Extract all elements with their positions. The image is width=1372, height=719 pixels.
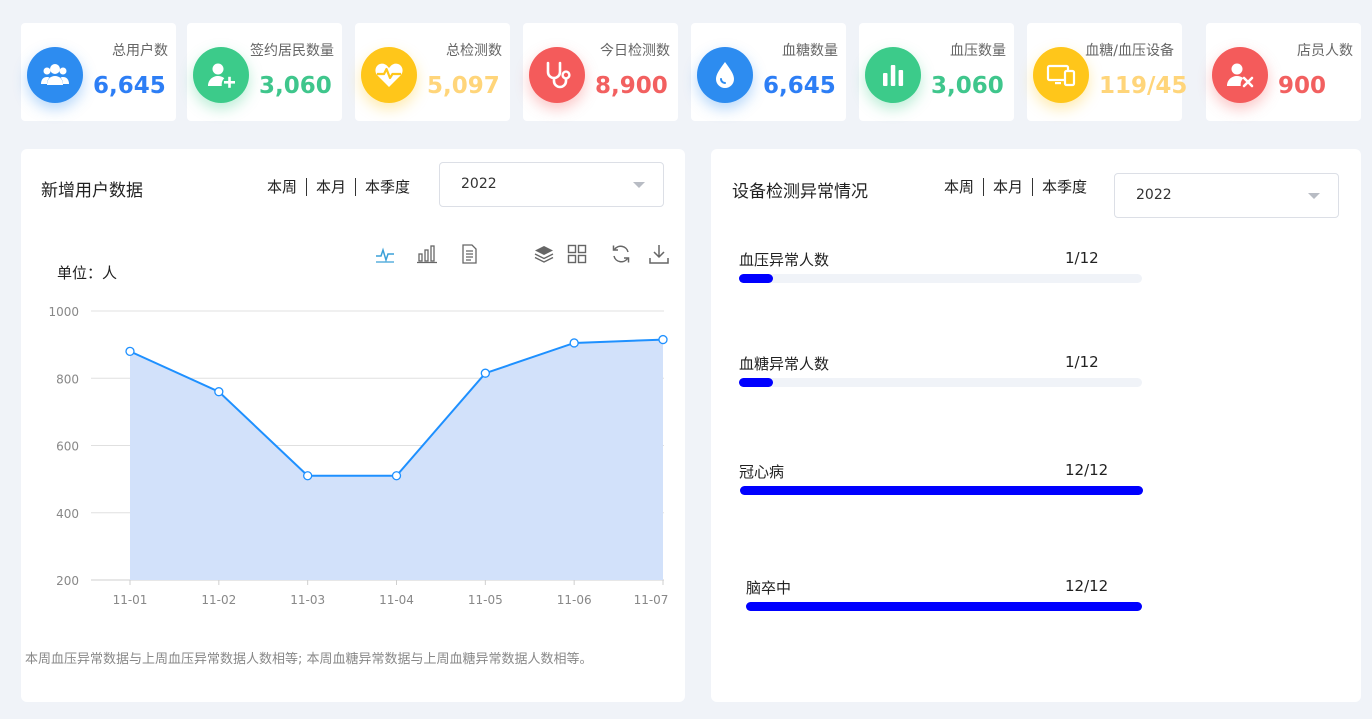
data-point xyxy=(658,334,668,345)
y-tick-label: 800 xyxy=(56,372,79,386)
stat-value: 5,097 xyxy=(427,73,500,99)
stat-value: 900 xyxy=(1278,73,1327,99)
stat-card-staff[interactable]: 店员人数 900 xyxy=(1206,23,1361,121)
stat-label: 今日检测数 xyxy=(600,43,670,59)
remove-user-icon xyxy=(1212,47,1268,103)
year-select[interactable]: 2022 xyxy=(439,162,664,207)
new-user-area-chart: 200 400 600 800 1000 11-01 11-02 11-03 11-04 11-0… xyxy=(48,305,669,607)
data-point xyxy=(125,346,135,356)
users-icon xyxy=(27,47,83,103)
progress-fill xyxy=(739,378,773,387)
progress-fill xyxy=(740,486,1143,495)
progress-fill xyxy=(739,274,773,283)
stat-label: 血糖数量 xyxy=(782,43,838,59)
stat-card-today-tests[interactable]: 今日检测数 8,900 xyxy=(523,23,678,121)
chevron-down-icon xyxy=(1308,193,1320,199)
tiled-icon[interactable] xyxy=(566,243,588,265)
stat-card-signed-residents[interactable]: 签约居民数量 3,060 xyxy=(187,23,342,121)
unit-label: 单位：人 xyxy=(57,264,118,282)
progress-track xyxy=(740,486,1143,495)
stat-label: 总用户数 xyxy=(112,43,168,59)
panel-title: 新增用户数据 xyxy=(41,181,143,201)
stat-value: 6,645 xyxy=(93,73,166,99)
download-icon[interactable] xyxy=(648,243,670,265)
progress-track xyxy=(739,274,1142,283)
stats-row: 总用户数 6,645 签约居民数量 3,060 总检测数 5,097 今日检测数… xyxy=(21,23,1361,121)
anomaly-label: 血糖异常人数 xyxy=(739,355,830,373)
tab-week[interactable]: 本周 xyxy=(258,178,306,196)
x-tick-label: 11-01 xyxy=(113,593,148,607)
panel-title: 设备检测异常情况 xyxy=(732,182,868,202)
year-select[interactable]: 2022 xyxy=(1114,173,1339,218)
y-tick-label: 400 xyxy=(56,507,79,521)
tab-quarter[interactable]: 本季度 xyxy=(1032,178,1096,196)
year-select-value: 2022 xyxy=(461,176,497,192)
anomaly-label: 脑卒中 xyxy=(746,579,792,597)
chevron-down-icon xyxy=(633,182,645,188)
add-user-icon xyxy=(193,47,249,103)
stat-value: 119/45 xyxy=(1099,73,1188,99)
stat-label: 店员人数 xyxy=(1297,43,1353,59)
stat-card-devices[interactable]: 血糖/血压设备 119/45 xyxy=(1027,23,1187,121)
data-point xyxy=(569,338,579,348)
data-point xyxy=(480,368,490,378)
stat-label: 血压数量 xyxy=(950,43,1006,59)
stack-icon[interactable] xyxy=(533,243,555,265)
device-anomaly-panel: 设备检测异常情况 本周 本月 本季度 2022 血压异常人数 1/12 血糖异常… xyxy=(711,149,1361,702)
x-tick-label: 11-07 xyxy=(634,593,669,607)
tab-quarter[interactable]: 本季度 xyxy=(355,178,419,196)
new-user-panel: 新增用户数据 本周 本月 本季度 2022 单位：人 200 400 600 8… xyxy=(21,149,685,702)
tab-week[interactable]: 本周 xyxy=(935,178,983,196)
anomaly-count: 1/12 xyxy=(1065,353,1099,371)
data-point xyxy=(391,471,402,481)
stethoscope-icon xyxy=(529,47,585,103)
footnote: 本周血压异常数据与上周血压异常数据人数相等; 本周血糖异常数据与上周血糖异常数据… xyxy=(25,652,593,667)
stat-label: 签约居民数量 xyxy=(250,43,334,59)
stat-value: 6,645 xyxy=(763,73,836,99)
stat-value: 3,060 xyxy=(259,73,332,99)
data-view-icon[interactable] xyxy=(458,243,480,265)
y-tick-label: 600 xyxy=(56,440,79,454)
tab-month[interactable]: 本月 xyxy=(983,178,1032,196)
x-tick-label: 11-05 xyxy=(468,593,503,607)
chart-toolbox xyxy=(374,243,669,269)
progress-track xyxy=(739,378,1142,387)
heart-pulse-icon xyxy=(361,47,417,103)
tab-month[interactable]: 本月 xyxy=(306,178,355,196)
restore-icon[interactable] xyxy=(610,243,632,265)
period-tabs: 本周 本月 本季度 xyxy=(258,178,419,196)
bar-chart-icon[interactable] xyxy=(416,243,438,265)
stat-card-total-users[interactable]: 总用户数 6,645 xyxy=(21,23,176,121)
stat-card-total-tests[interactable]: 总检测数 5,097 xyxy=(355,23,510,121)
stat-label: 总检测数 xyxy=(446,43,502,59)
water-drop-icon xyxy=(697,47,753,103)
x-tick-label: 11-06 xyxy=(557,593,592,607)
x-tick-label: 11-02 xyxy=(201,593,236,607)
x-tick-label: 11-03 xyxy=(290,593,325,607)
bar-chart-icon xyxy=(865,47,921,103)
data-point xyxy=(214,387,224,397)
progress-fill xyxy=(746,602,1142,611)
devices-icon xyxy=(1033,47,1089,103)
series-area xyxy=(130,339,663,580)
period-tabs: 本周 本月 本季度 xyxy=(935,178,1096,196)
x-tick-label: 11-04 xyxy=(379,593,414,607)
y-tick-label: 1000 xyxy=(48,305,79,319)
data-point xyxy=(303,471,313,481)
stat-value: 8,900 xyxy=(595,73,668,99)
y-tick-label: 200 xyxy=(56,574,79,588)
anomaly-count: 1/12 xyxy=(1065,249,1099,267)
anomaly-label: 冠心病 xyxy=(739,463,785,481)
stat-value: 3,060 xyxy=(931,73,1004,99)
anomaly-label: 血压异常人数 xyxy=(739,251,830,269)
stat-card-glucose-count[interactable]: 血糖数量 6,645 xyxy=(691,23,846,121)
year-select-value: 2022 xyxy=(1136,187,1172,203)
stat-card-pressure-count[interactable]: 血压数量 3,060 xyxy=(859,23,1014,121)
anomaly-count: 12/12 xyxy=(1065,577,1109,595)
progress-track xyxy=(746,602,1142,611)
anomaly-count: 12/12 xyxy=(1065,461,1109,479)
stat-label: 血糖/血压设备 xyxy=(1085,43,1174,59)
line-chart-icon[interactable] xyxy=(374,243,396,265)
